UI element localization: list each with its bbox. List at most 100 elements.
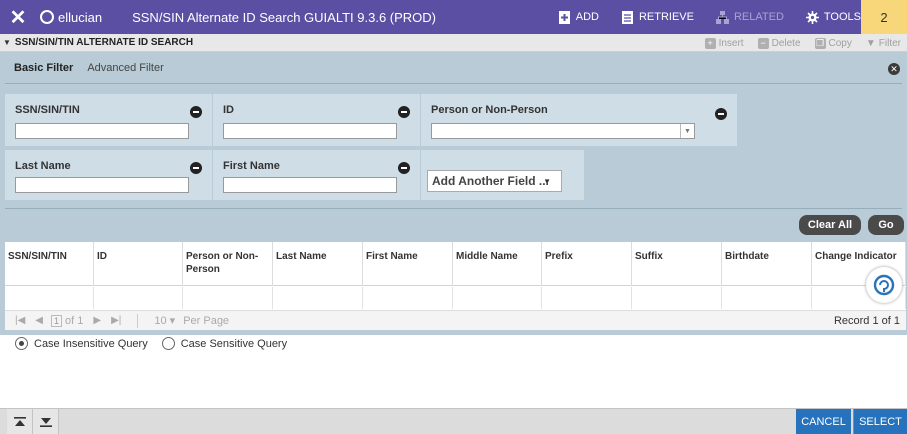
column-header[interactable]: Last Name (273, 242, 363, 286)
scroll-bottom-button[interactable] (33, 409, 59, 434)
add-document-icon (558, 10, 570, 24)
grid-header: SSN/SIN/TIN ID Person or Non-Person Last Na… (5, 242, 906, 286)
next-page-icon[interactable]: ▶ (93, 315, 101, 326)
top-bar: ✕ ellucian SSN/SIN Alternate ID Search G… (0, 0, 907, 34)
case-sensitive-radio[interactable]: Case Sensitive Query (161, 337, 288, 350)
person-select[interactable]: ▼ (431, 123, 695, 139)
related-icon (715, 10, 729, 24)
section-title: SSN/SIN/TIN ALTERNATE ID SEARCH (14, 37, 194, 48)
delete-button[interactable]: − Delete (757, 37, 801, 49)
table-row[interactable] (5, 287, 906, 309)
remove-first-name-icon[interactable] (398, 162, 410, 174)
page-title: SSN/SIN Alternate ID Search GUIALTI 9.3.… (132, 9, 437, 25)
go-button[interactable]: Go (868, 215, 904, 235)
brand: ellucian (40, 10, 102, 25)
column-header[interactable]: Person or Non-Person (183, 242, 273, 286)
first-name-input[interactable] (223, 177, 397, 193)
related-button[interactable]: RELATED (715, 10, 784, 24)
table-cell[interactable] (632, 287, 722, 309)
insert-label: Insert (718, 37, 744, 49)
case-insensitive-label: Case Insensitive Query (34, 337, 148, 350)
gear-icon (805, 10, 819, 24)
tab-advanced-filter[interactable]: Advanced Filter (87, 62, 163, 74)
column-header[interactable]: SSN/SIN/TIN (5, 242, 94, 286)
delete-icon: − (757, 37, 769, 49)
prev-page-icon[interactable]: ◀ (35, 315, 43, 326)
tools-button[interactable]: TOOLS (805, 10, 861, 24)
column-header[interactable]: Prefix (542, 242, 632, 286)
cancel-button[interactable]: CANCEL (796, 409, 851, 434)
remove-id-icon[interactable] (398, 106, 410, 118)
chevron-down-icon: ▼ (680, 124, 694, 138)
first-page-icon[interactable]: |◀ (15, 315, 25, 326)
select-button[interactable]: SELECT (853, 409, 907, 434)
copy-button[interactable]: ❐ Copy (814, 37, 852, 49)
page-of-label: of 1 (65, 314, 84, 327)
record-count: Record 1 of 1 (833, 314, 900, 327)
ssn-input[interactable] (15, 123, 189, 139)
id-input[interactable] (223, 123, 397, 139)
page-number-input[interactable]: 1 (51, 314, 62, 327)
first-name-label: First Name (223, 160, 280, 172)
table-cell[interactable] (5, 287, 94, 309)
remove-ssn-icon[interactable] (190, 106, 202, 118)
column-header[interactable]: Suffix (632, 242, 722, 286)
chat-bubble-icon (873, 274, 895, 296)
brand-name: ellucian (58, 9, 103, 25)
close-filter-icon[interactable]: ✕ (888, 63, 900, 75)
add-another-field-select[interactable]: Add Another Field ... ▼ (427, 170, 562, 192)
per-page-select[interactable]: 10 ▾ (154, 314, 175, 327)
person-field-box: Person or Non-Person ▼ (421, 94, 737, 146)
table-cell[interactable] (542, 287, 632, 309)
scroll-top-button[interactable] (7, 409, 33, 434)
table-cell[interactable] (453, 287, 542, 309)
filter-icon: ▼ (865, 37, 876, 49)
filter-button[interactable]: ▼ Filter (866, 38, 901, 49)
divider (137, 313, 139, 328)
close-icon[interactable]: ✕ (0, 0, 36, 34)
app-window: ✕ ellucian SSN/SIN Alternate ID Search G… (0, 0, 907, 434)
collapse-triangle-icon[interactable]: ▼ (3, 38, 11, 47)
last-name-input[interactable] (15, 177, 189, 193)
retrieve-label: RETRIEVE (638, 11, 694, 23)
filter-label: Filter (878, 37, 901, 49)
section-header: ▼ SSN/SIN/TIN ALTERNATE ID SEARCH + Inser… (0, 34, 907, 52)
column-header[interactable]: Birthdate (722, 242, 812, 286)
column-header[interactable]: ID (94, 242, 183, 286)
last-page-icon[interactable]: ▶| (111, 315, 121, 326)
insert-button[interactable]: + Insert (704, 37, 744, 49)
retrieve-button[interactable]: RETRIEVE (621, 10, 694, 24)
case-sensitive-label: Case Sensitive Query (180, 337, 288, 350)
add-field-box: Add Another Field ... ▼ (421, 150, 584, 200)
chat-assistant-icon[interactable] (866, 267, 902, 303)
last-name-label: Last Name (15, 160, 71, 172)
per-page-value: 10 (154, 315, 167, 327)
copy-label: Copy (828, 37, 852, 49)
arrow-up-icon (13, 417, 26, 426)
table-cell[interactable] (722, 287, 812, 309)
last-name-field-box: Last Name (5, 150, 212, 200)
ellucian-logo-icon (40, 10, 54, 24)
clear-all-button[interactable]: Clear All (799, 215, 861, 235)
related-label: RELATED (733, 11, 784, 23)
tab-basic-filter[interactable]: Basic Filter (14, 62, 73, 74)
add-button[interactable]: ADD (558, 10, 599, 24)
column-header[interactable]: First Name (363, 242, 453, 286)
table-cell[interactable] (94, 287, 183, 309)
table-cell[interactable] (183, 287, 273, 309)
column-header[interactable]: Middle Name (453, 242, 542, 286)
id-field-box: ID (213, 94, 420, 146)
remove-person-icon[interactable] (715, 108, 727, 120)
arrow-down-icon (39, 418, 52, 427)
remove-last-name-icon[interactable] (190, 162, 202, 174)
delete-label: Delete (771, 37, 801, 49)
add-field-label: Add Another Field ... (432, 174, 549, 188)
tools-label: TOOLS (823, 11, 861, 23)
chevron-down-icon: ▼ (543, 176, 551, 186)
table-cell[interactable] (363, 287, 453, 309)
notification-badge[interactable]: 2 (861, 0, 907, 34)
per-page-label: Per Page (183, 314, 230, 327)
section-tools: + Insert − Delete ❐ Copy ▼ Filter (704, 34, 901, 52)
table-cell[interactable] (273, 287, 363, 309)
case-insensitive-radio[interactable]: Case Insensitive Query (15, 337, 148, 350)
